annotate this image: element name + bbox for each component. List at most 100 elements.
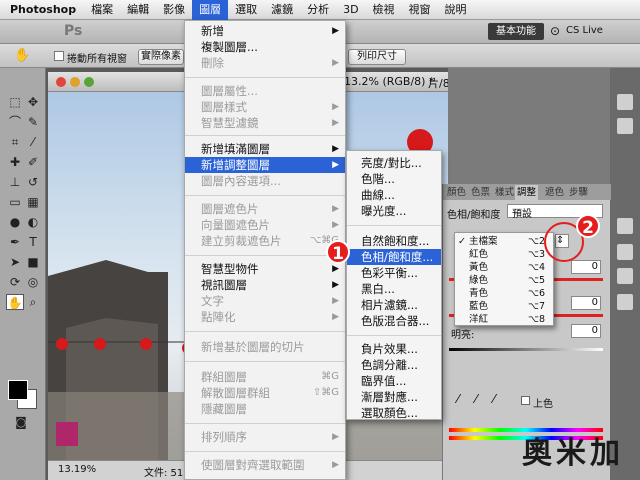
scroll-all-checkbox[interactable]	[54, 51, 64, 61]
menu-item-delete[interactable]: 刪除 ▶	[185, 55, 345, 71]
menu-image[interactable]: 影像	[156, 0, 192, 20]
menu-select[interactable]: 選取	[228, 0, 264, 20]
menu-item-new-adjustment-layer[interactable]: 新增調整圖層 ▶	[185, 157, 345, 173]
menu-item-layer-content-options[interactable]: 圖層內容選項...	[185, 173, 345, 189]
submenu-item-gradient-map[interactable]: 漸層對應...	[347, 389, 441, 405]
stamp-tool-icon[interactable]: ⊥	[6, 174, 24, 190]
tab-styles[interactable]: 樣式	[493, 185, 516, 200]
menu-analysis[interactable]: 分析	[300, 0, 336, 20]
gradient-tool-icon[interactable]: ▦	[24, 194, 42, 210]
submenu-item-invert[interactable]: 負片效果...	[347, 341, 441, 357]
menu-help[interactable]: 說明	[438, 0, 474, 20]
menu-item-layer-mask[interactable]: 圖層遮色片 ▶	[185, 201, 345, 217]
menu-item-align-to-selection[interactable]: 使圖層對齊選取範圍 ▶	[185, 457, 345, 473]
menu-item-vector-mask[interactable]: 向量圖遮色片 ▶	[185, 217, 345, 233]
submenu-item-curves[interactable]: 曲線...	[347, 187, 441, 203]
quick-mask-icon[interactable]: ◙	[12, 414, 30, 430]
menu-item-arrange[interactable]: 排列順序 ▶	[185, 429, 345, 445]
saturation-field[interactable]: 0	[571, 296, 601, 310]
menu-item-smart-filter[interactable]: 智慧型濾鏡 ▶	[185, 115, 345, 131]
menu-item-hide-layers[interactable]: 隱藏圖層	[185, 401, 345, 417]
menu-file[interactable]: 檔案	[84, 0, 120, 20]
menu-item-duplicate[interactable]: 複製圖層...	[185, 39, 345, 55]
dock-layers-icon[interactable]	[617, 118, 633, 134]
submenu-item-channel-mixer[interactable]: 色版混合器...	[347, 313, 441, 329]
cs-live-button[interactable]: CS Live	[566, 25, 603, 36]
menu-view[interactable]: 檢視	[366, 0, 402, 20]
hand-tool-panel-icon[interactable]: ✋	[6, 294, 24, 310]
eyedropper-plus-icon[interactable]: ⁄	[475, 392, 477, 406]
crop-tool-icon[interactable]: ⌗	[6, 134, 24, 150]
submenu-item-brightness-contrast[interactable]: 亮度/對比...	[347, 155, 441, 171]
shape-tool-icon[interactable]: ■	[24, 254, 42, 270]
lightness-slider[interactable]	[449, 348, 603, 351]
pen-tool-icon[interactable]: ✒	[6, 234, 24, 250]
channel-option[interactable]: 綠色 ⌥5	[455, 275, 553, 286]
healing-tool-icon[interactable]: ✚	[6, 154, 24, 170]
lightness-field[interactable]: 0	[571, 324, 601, 338]
colorize-checkbox[interactable]	[521, 396, 530, 405]
menu-item-new-fill-layer[interactable]: 新增填滿圖層 ▶	[185, 141, 345, 157]
submenu-item-color-balance[interactable]: 色彩平衡...	[347, 265, 441, 281]
channel-option[interactable]: 紅色 ⌥3	[455, 249, 553, 260]
3d-rotate-tool-icon[interactable]: ⟳	[6, 274, 24, 290]
menu-item-smart-objects[interactable]: 智慧型物件 ▶	[185, 261, 345, 277]
zoom-tool-icon[interactable]: ⌕	[24, 294, 42, 310]
menu-item-new[interactable]: 新增 ▶	[185, 23, 345, 39]
search-icon[interactable]: ⊙	[550, 24, 560, 38]
submenu-item-levels[interactable]: 色階...	[347, 171, 441, 187]
zoom-level[interactable]: 13.19%	[58, 464, 96, 475]
tab-masks[interactable]: 遮色	[543, 185, 566, 200]
submenu-item-threshold[interactable]: 臨界值...	[347, 373, 441, 389]
eyedropper-icon[interactable]: ⁄	[457, 392, 459, 406]
eraser-tool-icon[interactable]: ▭	[6, 194, 24, 210]
menu-item-clipping-mask[interactable]: 建立剪裁遮色片 ⌥⌘G	[185, 233, 345, 249]
brush-tool-icon[interactable]: ✐	[24, 154, 42, 170]
tab-adjustments[interactable]: 調整	[515, 185, 539, 200]
print-size-button[interactable]: 列印尺寸	[348, 49, 406, 65]
submenu-item-black-white[interactable]: 黑白...	[347, 281, 441, 297]
submenu-item-selective-color[interactable]: 選取顏色...	[347, 405, 441, 421]
lasso-tool-icon[interactable]: ⌒	[6, 114, 24, 130]
channel-option[interactable]: 洋紅 ⌥8	[455, 314, 553, 325]
eyedropper-tool-icon[interactable]: ⁄	[24, 134, 42, 150]
foreground-color-swatch[interactable]	[8, 380, 28, 400]
tab-swatches[interactable]: 色票	[469, 185, 492, 200]
menu-item-type[interactable]: 文字 ▶	[185, 293, 345, 309]
menu-filter[interactable]: 濾鏡	[264, 0, 300, 20]
history-brush-icon[interactable]: ↺	[24, 174, 42, 190]
menu-item-layer-based-slice[interactable]: 新增基於圖層的切片	[185, 339, 345, 355]
dock-channels-icon[interactable]	[617, 218, 633, 234]
channel-option[interactable]: ✓ 主檔案 ⌥2	[455, 236, 553, 247]
menu-edit[interactable]: 編輯	[120, 0, 156, 20]
menu-item-ungroup-layers[interactable]: 解散圖層群組 ⇧⌘G	[185, 385, 345, 401]
menu-item-video-layers[interactable]: 視訊圖層 ▶	[185, 277, 345, 293]
submenu-item-posterize[interactable]: 色調分離...	[347, 357, 441, 373]
menu-layer[interactable]: 圖層	[192, 0, 229, 20]
channel-option[interactable]: 藍色 ⌥7	[455, 301, 553, 312]
close-window-icon[interactable]	[56, 77, 66, 87]
channel-option[interactable]: 黃色 ⌥4	[455, 262, 553, 273]
quick-select-tool-icon[interactable]: ✎	[24, 114, 42, 130]
tab-color[interactable]: 顏色	[445, 185, 468, 200]
move-tool-icon[interactable]: ✥	[24, 94, 42, 110]
hue-field[interactable]: 0	[571, 260, 601, 274]
minimize-window-icon[interactable]	[70, 77, 80, 87]
tab-history[interactable]: 步驟	[567, 185, 590, 200]
marquee-tool-icon[interactable]: ⬚	[6, 94, 24, 110]
dock-masks-icon[interactable]	[617, 268, 633, 284]
submenu-item-exposure[interactable]: 曝光度...	[347, 203, 441, 219]
blur-tool-icon[interactable]: ●	[6, 214, 24, 230]
eyedropper-minus-icon[interactable]: ⁄	[493, 392, 495, 406]
actual-pixels-button[interactable]: 實際像素	[138, 49, 184, 65]
menu-item-rasterize[interactable]: 點陣化 ▶	[185, 309, 345, 325]
workspace-button[interactable]: 基本功能	[488, 23, 544, 40]
dock-paths-icon[interactable]	[617, 244, 633, 260]
dodge-tool-icon[interactable]: ◐	[24, 214, 42, 230]
zoom-window-icon[interactable]	[84, 77, 94, 87]
menu-item-layer-style[interactable]: 圖層樣式 ▶	[185, 99, 345, 115]
dock-3d-icon[interactable]	[617, 94, 633, 110]
path-select-tool-icon[interactable]: ➤	[6, 254, 24, 270]
3d-orbit-tool-icon[interactable]: ◎	[24, 274, 42, 290]
dock-brush-icon[interactable]	[617, 294, 633, 310]
